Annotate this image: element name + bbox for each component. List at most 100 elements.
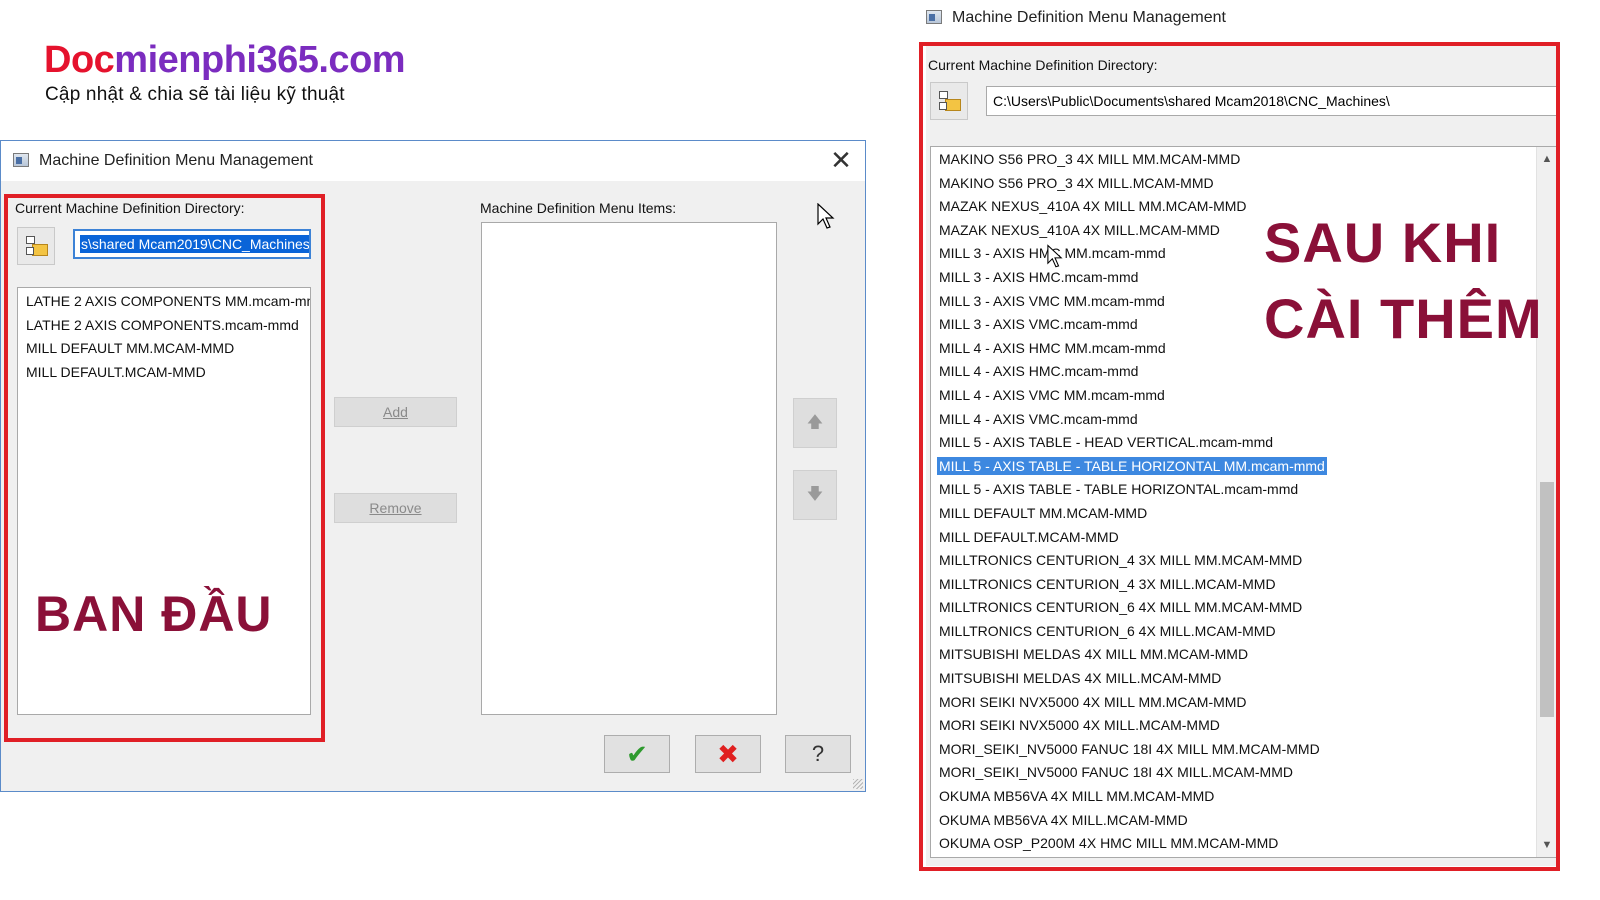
list-item[interactable]: MILLTRONICS CENTURION_4 3X MILL.MCAM-MMD [931, 573, 1537, 597]
list-item[interactable]: MILL DEFAULT.MCAM-MMD [931, 526, 1537, 550]
list-item-label: MILL 4 - AXIS HMC.mcam-mmd [939, 363, 1139, 380]
menu-items-label: Machine Definition Menu Items: [480, 200, 677, 216]
list-item[interactable]: OKUMA MB56VA 4X MILL.MCAM-MMD [931, 809, 1537, 833]
list-item[interactable]: LATHE 2 AXIS COMPONENTS.mcam-mmd [18, 314, 310, 338]
list-item-label: MORI_SEIKI_NV5000 FANUC 18I 4X MILL MM.M… [939, 740, 1320, 757]
move-down-button[interactable]: 🡇 [793, 470, 837, 520]
brand-logo: Docmienphi365.com [44, 38, 406, 82]
list-item[interactable]: MILLTRONICS CENTURION_4 3X MILL MM.MCAM-… [931, 549, 1537, 573]
list-item-label: MILL 3 - AXIS HMC.mcam-mmd [939, 268, 1139, 285]
browse-directory-button[interactable] [17, 227, 55, 265]
window-app-icon [13, 153, 29, 167]
remove-button-label: Remove [369, 500, 422, 516]
current-directory-label: Current Machine Definition Directory: [15, 200, 245, 216]
folder-tree-icon [26, 236, 48, 256]
left-dialog-title: Machine Definition Menu Management [39, 152, 313, 169]
list-item[interactable]: MAKINO S56 PRO_3 4X MILL MM.MCAM-MMD [931, 148, 1537, 172]
list-item-label: OKUMA MB56VA 4X MILL MM.MCAM-MMD [939, 788, 1215, 805]
remove-button[interactable]: Remove [334, 493, 457, 523]
list-item[interactable]: LATHE 2 AXIS COMPONENTS MM.mcam-mmd [18, 290, 310, 314]
right-mouse-cursor-icon [1047, 244, 1063, 268]
brand-name-part1: Doc [44, 39, 115, 81]
list-item[interactable]: MAKINO S56 PRO_3 4X MILL.MCAM-MMD [931, 172, 1537, 196]
right-directory-path-input[interactable]: C:\Users\Public\Documents\shared Mcam201… [986, 86, 1558, 116]
left-dialog-titlebar: Machine Definition Menu Management ✕ [1, 141, 865, 181]
list-item-label: MAKINO S56 PRO_3 4X MILL.MCAM-MMD [939, 174, 1214, 191]
annotation-sau-khi: SAU KHI [1264, 211, 1502, 274]
list-item-label: MILL 5 - AXIS TABLE - TABLE HORIZONTAL.m… [939, 481, 1299, 498]
list-item-label: MAZAK NEXUS_410A 4X MILL.MCAM-MMD [939, 221, 1220, 238]
right-dialog-title: Machine Definition Menu Management [952, 9, 1226, 26]
ok-button[interactable]: ✔ [604, 735, 670, 773]
list-item[interactable]: OKUMA OSP_P200M 4X HMC MILL MM.MCAM-MMD [931, 832, 1537, 856]
list-item[interactable]: MILLTRONICS CENTURION_6 4X MILL.MCAM-MMD [931, 620, 1537, 644]
list-item-label: MITSUBISHI MELDAS 4X MILL.MCAM-MMD [939, 670, 1222, 687]
list-item-label: MILL 4 - AXIS VMC MM.mcam-mmd [939, 386, 1165, 403]
list-item-label: MILL DEFAULT MM.MCAM-MMD [939, 504, 1148, 521]
scroll-up-icon[interactable]: ▲ [1537, 149, 1557, 169]
list-item-label: MILL 5 - AXIS TABLE - HEAD VERTICAL.mcam… [939, 434, 1274, 451]
close-icon[interactable]: ✕ [827, 147, 855, 175]
brand-name-part2: mienphi365.com [114, 39, 406, 81]
list-item[interactable]: MILLTRONICS CENTURION_6 4X MILL MM.MCAM-… [931, 596, 1537, 620]
annotation-cai-them: CÀI THÊM [1264, 287, 1543, 350]
machine-file-list[interactable]: LATHE 2 AXIS COMPONENTS MM.mcam-mmd LATHE… [17, 287, 311, 715]
list-item[interactable]: MORI SEIKI NVX5000 4X MILL.MCAM-MMD [931, 714, 1537, 738]
add-button[interactable]: Add [334, 397, 457, 427]
list-item-label: MORI SEIKI NVX5000 4X MILL.MCAM-MMD [939, 717, 1220, 734]
list-item-label: MILLTRONICS CENTURION_4 3X MILL.MCAM-MMD [939, 575, 1276, 592]
list-item[interactable]: OKUMA MB56VA 4X MILL MM.MCAM-MMD [931, 785, 1537, 809]
list-item[interactable]: MILL 4 - AXIS VMC MM.mcam-mmd [931, 384, 1537, 408]
list-item-label: MAKINO S56 PRO_3 4X MILL MM.MCAM-MMD [939, 151, 1241, 167]
list-item-label: MILLTRONICS CENTURION_6 4X MILL MM.MCAM-… [939, 599, 1303, 616]
list-item[interactable]: MITSUBISHI MELDAS 4X MILL.MCAM-MMD [931, 667, 1537, 691]
list-item-label: MILL 3 - AXIS VMC.mcam-mmd [939, 316, 1138, 333]
annotation-ban-dau: BAN ĐẦU [35, 586, 273, 642]
brand-tagline: Cập nhật & chia sẽ tài liệu kỹ thuật [45, 84, 345, 105]
list-item-selected[interactable]: MILL 5 - AXIS TABLE - TABLE HORIZONTAL M… [931, 455, 1537, 479]
left-dialog-window: Machine Definition Menu Management ✕ Cur… [0, 140, 866, 792]
move-up-button[interactable]: 🡅 [793, 398, 837, 448]
question-mark-icon: ? [811, 741, 825, 766]
right-current-directory-label: Current Machine Definition Directory: [928, 57, 1158, 73]
list-item-label: MORI_SEIKI_NV5000 FANUC 18I 4X MILL.MCAM… [939, 764, 1293, 781]
add-button-label: Add [383, 404, 408, 420]
directory-path-selected-text: s\shared Mcam2019\CNC_Machines\ [80, 235, 309, 253]
list-item-label: MAZAK NEXUS_410A 4X MILL MM.MCAM-MMD [939, 198, 1247, 215]
list-item[interactable]: MILL DEFAULT.MCAM-MMD [18, 361, 310, 385]
resize-grip[interactable] [853, 779, 863, 789]
menu-items-list[interactable] [481, 222, 777, 715]
arrow-up-icon: 🡅 [806, 414, 824, 431]
list-item[interactable]: MILL 5 - AXIS TABLE - HEAD VERTICAL.mcam… [931, 431, 1537, 455]
list-item-label: MILL 4 - AXIS VMC.mcam-mmd [939, 410, 1138, 427]
right-folder-tree-icon [939, 91, 961, 111]
list-item[interactable]: MORI_SEIKI_NV5000 FANUC 18I 4X MILL MM.M… [931, 738, 1537, 762]
list-item-label: MILLTRONICS CENTURION_4 3X MILL MM.MCAM-… [939, 552, 1303, 569]
list-item-label: OKUMA MB56VA 4X MILL.MCAM-MMD [939, 811, 1188, 828]
list-item-label: MILLTRONICS CENTURION_6 4X MILL.MCAM-MMD [939, 622, 1276, 639]
list-item[interactable]: MORI_SEIKI_NV5000 FANUC 18I 4X MILL.MCAM… [931, 761, 1537, 785]
scroll-thumb[interactable] [1540, 482, 1554, 717]
list-item[interactable]: MILL 4 - AXIS VMC.mcam-mmd [931, 408, 1537, 432]
checkmark-icon: ✔ [626, 739, 648, 769]
scroll-down-icon[interactable]: ▼ [1537, 835, 1557, 855]
right-list-scrollbar[interactable]: ▲ ▼ [1536, 147, 1557, 857]
list-item-label: MILL 4 - AXIS HMC MM.mcam-mmd [939, 339, 1166, 356]
list-item[interactable]: MILL 4 - AXIS HMC.mcam-mmd [931, 360, 1537, 384]
right-browse-directory-button[interactable] [930, 82, 968, 120]
directory-path-input[interactable]: s\shared Mcam2019\CNC_Machines\ [73, 229, 311, 259]
list-item-label: MORI SEIKI NVX5000 4X MILL MM.MCAM-MMD [939, 693, 1247, 710]
right-window-app-icon [926, 10, 942, 24]
list-item[interactable]: MILL DEFAULT MM.MCAM-MMD [18, 337, 310, 361]
list-item-label: OKUMA OSP_P200M 4X HMC MILL MM.MCAM-MMD [939, 835, 1279, 852]
list-item[interactable]: MITSUBISHI MELDAS 4X MILL MM.MCAM-MMD [931, 643, 1537, 667]
mouse-cursor-icon [817, 203, 835, 229]
help-button[interactable]: ? [785, 735, 851, 773]
list-item[interactable]: MILL 5 - AXIS TABLE - TABLE HORIZONTAL.m… [931, 478, 1537, 502]
arrow-down-icon: 🡇 [806, 486, 824, 503]
list-item-label: MITSUBISHI MELDAS 4X MILL MM.MCAM-MMD [939, 646, 1249, 663]
list-item-label: MILL DEFAULT.MCAM-MMD [939, 528, 1119, 545]
list-item[interactable]: MORI SEIKI NVX5000 4X MILL MM.MCAM-MMD [931, 691, 1537, 715]
list-item[interactable]: MILL DEFAULT MM.MCAM-MMD [931, 502, 1537, 526]
cancel-button[interactable]: ✖ [695, 735, 761, 773]
